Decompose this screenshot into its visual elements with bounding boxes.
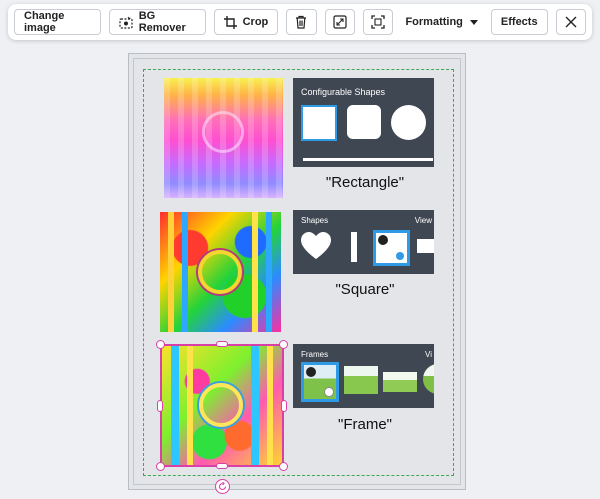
image-toolbar: Change image BG Remover Crop Formatting bbox=[8, 4, 592, 40]
peace-sign-icon bbox=[202, 111, 244, 153]
effects-button[interactable]: Effects bbox=[490, 9, 548, 35]
close-icon bbox=[565, 16, 577, 28]
crop-icon bbox=[223, 15, 237, 29]
rotate-handle[interactable] bbox=[215, 479, 230, 494]
configurable-shapes-panel: Configurable Shapes bbox=[293, 78, 434, 167]
resize-handle-top-left[interactable] bbox=[156, 340, 165, 349]
info-icon[interactable] bbox=[324, 387, 334, 397]
bg-remover-button[interactable]: BG Remover bbox=[108, 9, 206, 35]
frame-option-wide[interactable] bbox=[383, 372, 417, 392]
shapes-panel: Shapes View bbox=[293, 210, 434, 274]
caret-down-icon bbox=[469, 19, 479, 26]
crop-label: Crop bbox=[242, 16, 269, 28]
formatting-label: Formatting bbox=[405, 16, 463, 28]
resize-handle-right[interactable] bbox=[281, 400, 287, 412]
shapes-title: Shapes bbox=[301, 216, 329, 225]
configurable-shapes-title: Configurable Shapes bbox=[301, 87, 386, 97]
bg-remover-icon bbox=[119, 16, 133, 29]
expand-icon bbox=[333, 15, 347, 29]
bg-remover-label: BG Remover bbox=[138, 10, 186, 34]
resize-handle-top-right[interactable] bbox=[279, 340, 288, 349]
formatting-dropdown[interactable]: Formatting bbox=[401, 9, 483, 35]
selected-indicator-icon bbox=[378, 235, 388, 245]
frames-panel: Frames Vi bbox=[293, 344, 434, 408]
heart-icon bbox=[301, 232, 331, 259]
design-canvas[interactable]: Configurable Shapes "Rectangle" Shapes V… bbox=[128, 53, 466, 490]
rectangle-image[interactable] bbox=[164, 78, 283, 198]
delete-button[interactable] bbox=[286, 9, 317, 35]
frames-title: Frames bbox=[301, 350, 329, 359]
shape-option-square-selected[interactable] bbox=[373, 230, 410, 266]
shape-option-wide[interactable] bbox=[417, 239, 434, 253]
trash-icon bbox=[295, 15, 307, 29]
frame-option-selected[interactable] bbox=[301, 362, 339, 402]
shapes-view-link[interactable]: View bbox=[415, 216, 432, 225]
resize-handle-top[interactable] bbox=[216, 341, 228, 347]
selected-indicator-icon bbox=[306, 367, 316, 377]
selection-box[interactable] bbox=[160, 344, 284, 467]
resize-handle-bottom-right[interactable] bbox=[279, 462, 288, 471]
frames-view-link[interactable]: Vi bbox=[425, 350, 432, 359]
frame-option-landscape[interactable] bbox=[344, 366, 378, 394]
shape-option-heart[interactable] bbox=[301, 232, 331, 260]
shape-option-circle[interactable] bbox=[391, 105, 426, 140]
square-caption: "Square" bbox=[335, 281, 395, 298]
close-button[interactable] bbox=[555, 9, 586, 35]
peace-sign-icon bbox=[198, 250, 242, 294]
rotate-icon bbox=[218, 478, 227, 496]
change-image-label: Change image bbox=[24, 10, 65, 34]
frame-option-round[interactable] bbox=[423, 364, 434, 394]
fit-button[interactable] bbox=[363, 9, 394, 35]
panel-scrollbar[interactable] bbox=[303, 158, 433, 161]
frame-caption: "Frame" bbox=[338, 416, 392, 433]
info-icon[interactable] bbox=[395, 251, 405, 261]
rectangle-caption: "Rectangle" bbox=[325, 174, 405, 191]
shape-option-rounded[interactable] bbox=[347, 105, 381, 139]
square-image[interactable] bbox=[160, 212, 281, 332]
change-image-button[interactable]: Change image bbox=[14, 9, 101, 35]
fit-frame-icon bbox=[371, 15, 385, 29]
expand-button[interactable] bbox=[324, 9, 356, 35]
shape-option-rectangle[interactable] bbox=[301, 105, 337, 141]
shape-option-bar[interactable] bbox=[351, 232, 357, 262]
resize-handle-bottom-left[interactable] bbox=[156, 462, 165, 471]
resize-handle-bottom[interactable] bbox=[216, 463, 228, 469]
crop-button[interactable]: Crop bbox=[213, 9, 279, 35]
resize-handle-left[interactable] bbox=[157, 400, 163, 412]
effects-label: Effects bbox=[500, 16, 538, 28]
